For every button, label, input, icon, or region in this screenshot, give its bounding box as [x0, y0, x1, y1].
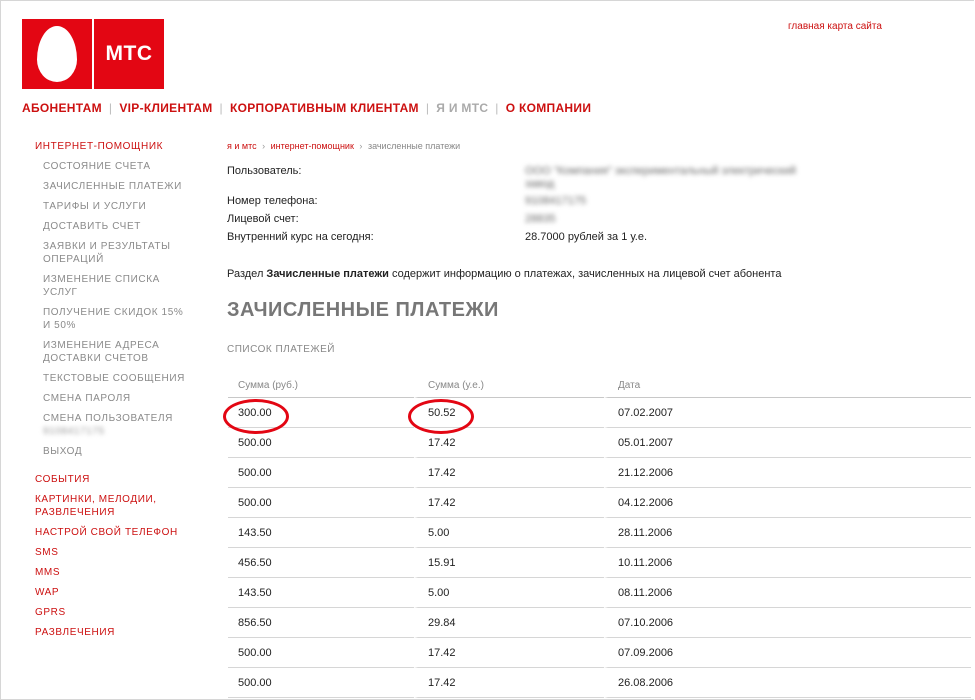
sidebar-item-change-user[interactable]: СМЕНА ПОЛЬЗОВАТЕЛЯ 9108417175 — [43, 412, 185, 438]
sidebar-item-mms[interactable]: MMS — [35, 566, 185, 579]
sidebar-item-gprs[interactable]: GPRS — [35, 606, 185, 619]
home-sitemap-link[interactable]: главная карта сайта — [788, 21, 882, 32]
table-header-row: Сумма (руб.) Сумма (у.е.) Дата — [228, 373, 971, 398]
phone-value: 9108417175 — [525, 195, 587, 207]
section-name: Зачисленные платежи — [266, 268, 389, 280]
cell-sum-rub: 300.00 — [228, 398, 414, 428]
sidebar-item-requests[interactable]: ЗАЯВКИ И РЕЗУЛЬТАТЫ ОПЕРАЦИЙ — [43, 240, 185, 266]
cell-date: 07.02.2007 — [604, 398, 971, 428]
sidebar-item-text-messages[interactable]: ТЕКСТОВЫЕ СООБЩЕНИЯ — [43, 372, 185, 385]
egg-logo-icon — [22, 19, 92, 89]
sidebar-item-internet-assistant[interactable]: ИНТЕРНЕТ-ПОМОЩНИК — [35, 140, 185, 153]
rate-value: 28.7000 рублей за 1 у.е. — [525, 231, 647, 243]
table-row: 500.00 17.42 05.01.2007 — [228, 428, 971, 458]
breadcrumb-me-and-mts[interactable]: я и мтс — [227, 141, 257, 151]
section-description: Раздел Зачисленные платежи содержит инфо… — [227, 268, 782, 280]
cell-date: 21.12.2006 — [604, 458, 971, 488]
cell-date: 07.09.2006 — [604, 638, 971, 668]
sidebar-item-wap[interactable]: WAP — [35, 586, 185, 599]
cell-sum-ue: 17.42 — [414, 458, 604, 488]
page-title: ЗАЧИСЛЕННЫЕ ПЛАТЕЖИ — [227, 299, 499, 321]
nav-subscribers[interactable]: АБОНЕНТАМ — [22, 101, 102, 115]
cell-sum-rub: 500.00 — [228, 428, 414, 458]
nav-vip-clients[interactable]: VIP-КЛИЕНТАМ — [119, 101, 212, 115]
cell-sum-rub: 500.00 — [228, 458, 414, 488]
table-row: 456.50 15.91 10.11.2006 — [228, 548, 971, 578]
user-value: ООО "Компания" экспериментальный электри… — [525, 165, 797, 190]
cell-sum-ue: 15.91 — [414, 548, 604, 578]
col-header-date: Дата — [604, 373, 971, 398]
breadcrumb: я и мтс › интернет-помощник › зачисленны… — [227, 141, 460, 151]
cell-sum-rub: 500.00 — [228, 668, 414, 698]
cell-sum-ue: 17.42 — [414, 638, 604, 668]
cell-sum-rub: 856.50 — [228, 608, 414, 638]
cell-date: 04.12.2006 — [604, 488, 971, 518]
breadcrumb-current: зачисленные платежи — [367, 141, 461, 151]
main-navigation: АБОНЕНТАМ | VIP-КЛИЕНТАМ | КОРПОРАТИВНЫМ… — [22, 101, 592, 115]
phone-label: Номер телефона: — [227, 195, 318, 207]
sidebar-item-entertainment[interactable]: РАЗВЛЕЧЕНИЯ — [35, 626, 185, 639]
cell-date: 05.01.2007 — [604, 428, 971, 458]
cell-sum-ue: 29.84 — [414, 608, 604, 638]
nav-corporate-clients[interactable]: КОРПОРАТИВНЫМ КЛИЕНТАМ — [230, 101, 419, 115]
cell-sum-rub: 500.00 — [228, 638, 414, 668]
sidebar-item-change-user-label: СМЕНА ПОЛЬЗОВАТЕЛЯ — [43, 413, 173, 424]
rate-label: Внутренний курс на сегодня: — [227, 231, 374, 243]
cell-sum-ue: 50.52 — [414, 398, 604, 428]
user-label: Пользователь: — [227, 165, 302, 177]
breadcrumb-separator: › — [262, 141, 266, 151]
sidebar-item-tariffs[interactable]: ТАРИФЫ И УСЛУГИ — [43, 200, 185, 213]
payments-list-subtitle: СПИСОК ПЛАТЕЖЕЙ — [227, 344, 335, 355]
nav-me-and-mts[interactable]: Я И МТС — [436, 101, 488, 115]
payments-table: Сумма (руб.) Сумма (у.е.) Дата 300.00 50.… — [228, 373, 971, 698]
sidebar-item-events[interactable]: СОБЫТИЯ — [35, 473, 185, 486]
sidebar-item-discounts[interactable]: ПОЛУЧЕНИЕ СКИДОК 15% И 50% — [43, 306, 185, 332]
nav-about-company[interactable]: О КОМПАНИИ — [506, 101, 592, 115]
table-row: 143.50 5.00 28.11.2006 — [228, 518, 971, 548]
cell-date: 28.11.2006 — [604, 518, 971, 548]
sidebar-item-configure-phone[interactable]: НАСТРОЙ СВОЙ ТЕЛЕФОН — [35, 526, 185, 539]
mts-logo[interactable]: МТС — [22, 19, 164, 89]
breadcrumb-internet-assistant[interactable]: интернет-помощник — [271, 141, 354, 151]
sidebar-item-change-services[interactable]: ИЗМЕНЕНИЕ СПИСКА УСЛУГ — [43, 273, 185, 299]
sidebar-item-change-address[interactable]: ИЗМЕНЕНИЕ АДРЕСА ДОСТАВКИ СЧЕТОВ — [43, 339, 185, 365]
table-row: 500.00 17.42 04.12.2006 — [228, 488, 971, 518]
cell-sum-ue: 17.42 — [414, 428, 604, 458]
breadcrumb-separator: › — [359, 141, 363, 151]
cell-sum-rub: 143.50 — [228, 518, 414, 548]
logo-text: МТС — [94, 19, 164, 89]
account-value: 28835 — [525, 213, 556, 225]
table-row: 300.00 50.52 07.02.2007 — [228, 398, 971, 428]
blurred-phone-number: 9108417175 — [43, 426, 105, 437]
account-info: Пользователь: ООО "Компания" эксперимент… — [227, 165, 825, 249]
table-row: 500.00 17.42 21.12.2006 — [228, 458, 971, 488]
cell-date: 26.08.2006 — [604, 668, 971, 698]
cell-sum-ue: 17.42 — [414, 668, 604, 698]
col-header-sum-ue: Сумма (у.е.) — [414, 373, 604, 398]
sidebar-item-sms[interactable]: SMS — [35, 546, 185, 559]
table-row: 856.50 29.84 07.10.2006 — [228, 608, 971, 638]
sidebar-item-logout[interactable]: ВЫХОД — [43, 445, 185, 458]
cell-sum-rub: 143.50 — [228, 578, 414, 608]
cell-sum-rub: 456.50 — [228, 548, 414, 578]
table-row: 500.00 17.42 07.09.2006 — [228, 638, 971, 668]
cell-date: 07.10.2006 — [604, 608, 971, 638]
cell-sum-rub: 500.00 — [228, 488, 414, 518]
sidebar-item-account-status[interactable]: СОСТОЯНИЕ СЧЕТА — [43, 160, 185, 173]
sidebar: ИНТЕРНЕТ-ПОМОЩНИК СОСТОЯНИЕ СЧЕТА ЗАЧИСЛ… — [35, 140, 185, 646]
sidebar-item-change-password[interactable]: СМЕНА ПАРОЛЯ — [43, 392, 185, 405]
cell-sum-ue: 17.42 — [414, 488, 604, 518]
col-header-sum-rub: Сумма (руб.) — [228, 373, 414, 398]
sidebar-item-credited-payments[interactable]: ЗАЧИСЛЕННЫЕ ПЛАТЕЖИ — [43, 180, 185, 193]
cell-date: 08.11.2006 — [604, 578, 971, 608]
table-row: 500.00 17.42 26.08.2006 — [228, 668, 971, 698]
cell-date: 10.11.2006 — [604, 548, 971, 578]
sidebar-item-deliver-bill[interactable]: ДОСТАВИТЬ СЧЕТ — [43, 220, 185, 233]
cell-sum-ue: 5.00 — [414, 578, 604, 608]
account-label: Лицевой счет: — [227, 213, 299, 225]
payments-table-body: 300.00 50.52 07.02.2007 500.00 17.42 05.01.20… — [228, 398, 971, 698]
sidebar-item-pictures-melodies[interactable]: КАРТИНКИ, МЕЛОДИИ, РАЗВЛЕЧЕНИЯ — [35, 493, 185, 519]
table-row: 143.50 5.00 08.11.2006 — [228, 578, 971, 608]
cell-sum-ue: 5.00 — [414, 518, 604, 548]
